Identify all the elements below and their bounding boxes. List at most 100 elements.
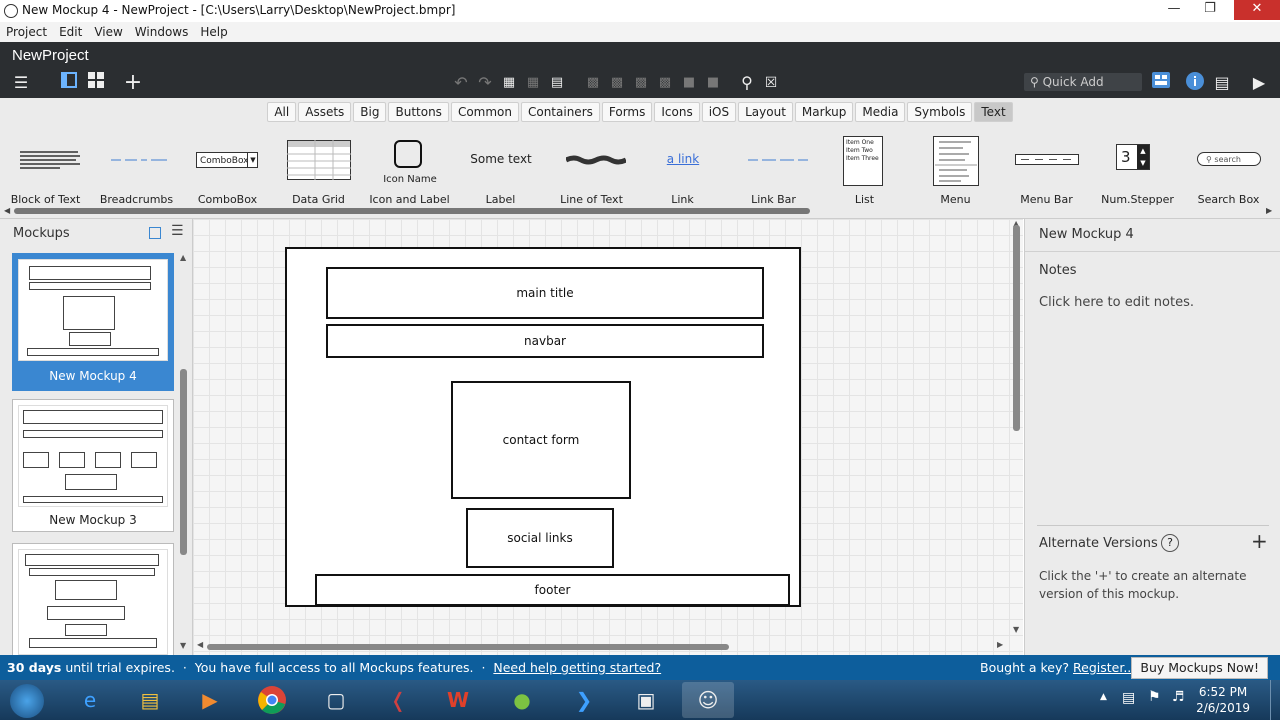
- category-tab-forms[interactable]: Forms: [601, 102, 653, 122]
- canvas[interactable]: main title navbar contact form social li…: [193, 219, 1023, 655]
- register-link[interactable]: Register...: [1073, 660, 1135, 675]
- media-player-icon[interactable]: ▶: [184, 682, 236, 718]
- mockup-thumbnail[interactable]: New Mockup 4: [12, 253, 174, 391]
- chrome-icon[interactable]: [246, 682, 298, 718]
- maximize-button[interactable]: ❐: [1196, 0, 1224, 20]
- mockups-app-icon[interactable]: W: [432, 682, 484, 718]
- cut-icon[interactable]: ▦: [522, 72, 544, 94]
- category-tab-text[interactable]: Text: [974, 102, 1013, 122]
- arrange-icon[interactable]: ▩: [654, 72, 676, 94]
- scroll-up-icon[interactable]: ▲: [180, 253, 186, 262]
- category-tab-containers[interactable]: Containers: [520, 102, 600, 122]
- scroll-down-icon[interactable]: ▼: [180, 641, 186, 650]
- clear-icon[interactable]: ☒: [760, 72, 782, 94]
- flag-icon[interactable]: ⚑: [1148, 689, 1161, 705]
- footer-box[interactable]: footer: [315, 574, 790, 606]
- library-item-link[interactable]: a link Link: [637, 126, 728, 210]
- list-view-icon[interactable]: ☰: [171, 223, 184, 239]
- library-item-search-box[interactable]: ⚲ search Search Box: [1183, 126, 1274, 210]
- grid-view-icon[interactable]: [85, 72, 107, 94]
- notes-field[interactable]: Click here to edit notes.: [1039, 295, 1194, 310]
- volume-icon[interactable]: ♬: [1172, 689, 1185, 705]
- mockup-title-field[interactable]: New Mockup 4: [1039, 227, 1134, 242]
- category-tab-markup[interactable]: Markup: [794, 102, 854, 122]
- tray-expand-icon[interactable]: ▲: [1100, 692, 1107, 702]
- info-icon[interactable]: [1184, 72, 1206, 94]
- properties-icon[interactable]: ▤: [1211, 72, 1233, 94]
- library-item-combobox[interactable]: ComboBox ▼ ComboBox: [182, 126, 273, 210]
- library-toggle-icon[interactable]: [1150, 72, 1172, 94]
- category-tab-layout[interactable]: Layout: [738, 102, 793, 122]
- library-item-menu[interactable]: Menu: [910, 126, 1001, 210]
- menu-view[interactable]: View: [88, 22, 128, 42]
- category-tab-icons[interactable]: Icons: [654, 102, 700, 122]
- show-desktop-button[interactable]: [1270, 680, 1280, 720]
- undo-icon[interactable]: ↶: [450, 72, 472, 94]
- close-button[interactable]: ✕: [1234, 0, 1280, 20]
- search-icon[interactable]: ⚲: [736, 72, 758, 94]
- internet-explorer-icon[interactable]: e: [64, 682, 116, 718]
- hamburger-menu-icon[interactable]: ☰: [10, 72, 32, 94]
- canvas-scroll-down-icon[interactable]: ▼: [1013, 625, 1019, 634]
- category-tab-assets[interactable]: Assets: [298, 102, 352, 122]
- social-links-box[interactable]: social links: [466, 508, 614, 568]
- category-tab-big[interactable]: Big: [353, 102, 387, 122]
- add-alternate-icon[interactable]: +: [1251, 529, 1268, 553]
- trash-icon[interactable]: ■: [702, 72, 724, 94]
- category-tab-common[interactable]: Common: [450, 102, 519, 122]
- menu-project[interactable]: Project: [0, 22, 53, 42]
- minimize-button[interactable]: —: [1160, 0, 1188, 20]
- file-explorer-icon[interactable]: ▤: [124, 682, 176, 718]
- menu-windows[interactable]: Windows: [129, 22, 195, 42]
- mockup-thumbnail[interactable]: New Mockup 3: [12, 399, 174, 532]
- start-button-icon[interactable]: [10, 684, 44, 718]
- help-icon[interactable]: ?: [1161, 534, 1179, 552]
- contact-form-box[interactable]: contact form: [451, 381, 631, 499]
- menu-help[interactable]: Help: [194, 22, 233, 42]
- smiley-app-icon[interactable]: ☺: [682, 682, 734, 718]
- app-icon-red[interactable]: ❬: [372, 682, 424, 718]
- canvas-scroll-left-icon[interactable]: ◀: [197, 640, 203, 649]
- add-mockup-icon[interactable]: +: [122, 72, 144, 94]
- navbar-box[interactable]: navbar: [326, 324, 764, 358]
- library-item-menu-bar[interactable]: Menu Bar: [1001, 126, 1092, 210]
- app-icon-frame[interactable]: ▣: [620, 682, 672, 718]
- category-tab-symbols[interactable]: Symbols: [907, 102, 973, 122]
- quick-add-input[interactable]: ⚲ Quick Add: [1024, 73, 1142, 91]
- redo-icon[interactable]: ↷: [474, 72, 496, 94]
- help-link[interactable]: Need help getting started?: [493, 660, 661, 675]
- app-icon-green[interactable]: ●: [496, 682, 548, 718]
- library-item-list[interactable]: Item One Item Two Item Three List: [819, 126, 910, 210]
- buy-now-button[interactable]: Buy Mockups Now!: [1131, 657, 1268, 679]
- single-view-icon[interactable]: [58, 72, 80, 94]
- main-title-box[interactable]: main title: [326, 267, 764, 319]
- mockup-frame[interactable]: main title navbar contact form social li…: [285, 247, 801, 607]
- align-icon[interactable]: ▩: [630, 72, 652, 94]
- lock-icon[interactable]: ■: [678, 72, 700, 94]
- copy-icon[interactable]: ▦: [498, 72, 520, 94]
- category-tab-all[interactable]: All: [267, 102, 297, 122]
- notepad-icon[interactable]: ▢: [310, 682, 362, 718]
- menu-edit[interactable]: Edit: [53, 22, 88, 42]
- mockup-thumbnail[interactable]: [12, 543, 174, 657]
- category-tab-ios[interactable]: iOS: [701, 102, 737, 122]
- canvas-scroll-right-icon[interactable]: ▶: [997, 640, 1003, 649]
- library-item-num-stepper[interactable]: 3 ▲ ▼ Num.Stepper: [1092, 126, 1183, 210]
- group-icon[interactable]: ▩: [582, 72, 604, 94]
- library-item-icon-and-label[interactable]: Icon Name Icon and Label: [364, 126, 455, 210]
- library-item-block-of-text[interactable]: Block of Text: [0, 126, 91, 210]
- library-scrollbar[interactable]: [14, 208, 810, 214]
- library-item-breadcrumbs[interactable]: Breadcrumbs: [91, 126, 182, 210]
- network-icon[interactable]: ▤: [1122, 690, 1135, 706]
- library-item-data-grid[interactable]: Data Grid: [273, 126, 364, 210]
- library-item-link-bar[interactable]: Link Bar: [728, 126, 819, 210]
- category-tab-buttons[interactable]: Buttons: [388, 102, 449, 122]
- vscode-icon[interactable]: ❯: [558, 682, 610, 718]
- library-item-label[interactable]: Some text Label: [455, 126, 546, 210]
- library-item-line-of-text[interactable]: Line of Text: [546, 126, 637, 210]
- presentation-icon[interactable]: ▶: [1248, 72, 1270, 94]
- canvas-horizontal-scrollbar[interactable]: [207, 644, 729, 650]
- thumbnail-view-icon[interactable]: [149, 227, 161, 239]
- canvas-vertical-scrollbar[interactable]: [1013, 225, 1020, 431]
- mockups-scrollbar[interactable]: [180, 369, 187, 555]
